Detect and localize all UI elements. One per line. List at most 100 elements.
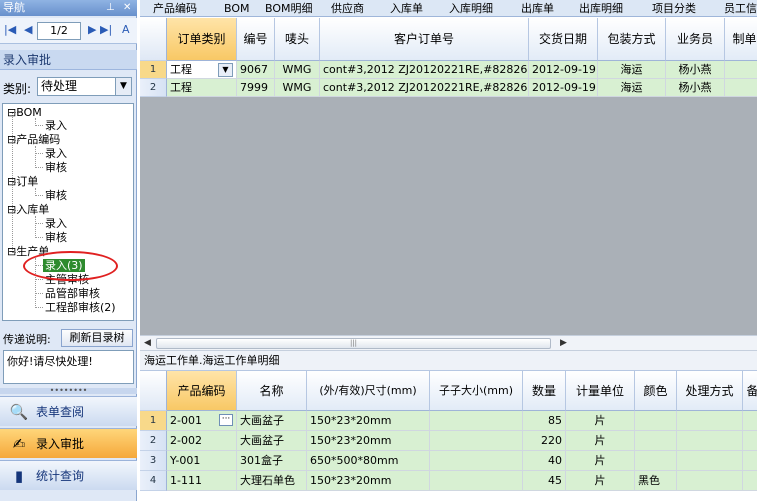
name-cell[interactable]: 大画盆子 [237, 411, 307, 431]
menu-item-bom-detail[interactable]: BOM明细 [265, 1, 313, 16]
quantity-cell[interactable]: 220 [523, 431, 566, 451]
row-number[interactable]: 1 [140, 61, 167, 79]
collapse-icon[interactable]: ⊟ [7, 203, 16, 216]
color-cell[interactable] [635, 411, 677, 431]
processing-cell[interactable] [677, 411, 743, 431]
category-select[interactable]: 待处理 ▼ [37, 77, 132, 96]
delivery-date-cell[interactable]: 2012-09-19 [529, 61, 598, 79]
sub-size-cell[interactable] [430, 451, 523, 471]
size-cell[interactable]: 150*23*20mm [307, 471, 430, 491]
tree-node-product-review[interactable]: 审核 [45, 161, 67, 174]
refresh-tree-button[interactable]: 刷新目录树 [61, 329, 133, 347]
close-icon[interactable]: ✕ [123, 0, 131, 16]
row-number[interactable]: 4 [140, 471, 167, 491]
tree-node-product-entry[interactable]: 录入 [45, 147, 67, 160]
column-header-packaging[interactable]: 包装方式 [598, 18, 666, 61]
menu-item-inbound-detail[interactable]: 入库明细 [449, 1, 493, 16]
tree-node-bom-entry[interactable]: 录入 [45, 119, 67, 132]
column-header-order-type[interactable]: 订单类别 [167, 18, 237, 61]
column-header-salesperson[interactable]: 业务员 [666, 18, 725, 61]
page-number-input[interactable]: 1/2 [37, 22, 81, 40]
column-header-processing[interactable]: 处理方式 [677, 371, 743, 411]
tree-node-product-code[interactable]: ⊟产品编码 [7, 133, 60, 146]
sub-size-cell[interactable] [430, 431, 523, 451]
tree-node-inbound-entry[interactable]: 录入 [45, 217, 67, 230]
tree-node-order-review[interactable]: 审核 [45, 189, 67, 202]
color-cell[interactable]: 黑色 [635, 471, 677, 491]
splitter-handle[interactable]: •••••••• [0, 387, 137, 395]
tree-node-inbound[interactable]: ⊟入库单 [7, 203, 49, 216]
statistics-query-button[interactable]: ▮ 统计查询 [0, 460, 137, 490]
chevron-down-icon[interactable]: ▼ [218, 63, 233, 77]
unit-cell[interactable]: 片 [566, 451, 635, 471]
prev-page-button[interactable]: ◀ [24, 24, 32, 36]
color-cell[interactable] [635, 451, 677, 471]
name-cell[interactable]: 301盒子 [237, 451, 307, 471]
tree-node-inbound-review[interactable]: 审核 [45, 231, 67, 244]
scroll-left-icon[interactable]: ◀ [144, 338, 151, 348]
last-page-button[interactable]: ▶| [100, 24, 112, 36]
color-cell[interactable] [635, 431, 677, 451]
column-header-mark[interactable]: 唛头 [275, 18, 320, 61]
processing-cell[interactable] [677, 451, 743, 471]
scroll-right-icon[interactable]: ▶ [560, 338, 567, 348]
column-header-size[interactable]: (外/有效)尺寸(mm) [307, 371, 430, 411]
name-cell[interactable]: 大画盆子 [237, 431, 307, 451]
remark-cell[interactable] [743, 411, 757, 431]
sub-size-cell[interactable] [430, 411, 523, 431]
product-code-cell[interactable]: 1-111 [167, 471, 237, 491]
pin-icon[interactable]: ⊥ [106, 0, 115, 16]
tree-node-order[interactable]: ⊟订单 [7, 175, 38, 188]
product-code-cell[interactable]: 2-002 [167, 431, 237, 451]
mark-cell[interactable]: WMG [275, 61, 320, 79]
form-browse-button[interactable]: 🔍 表单查阅 [0, 396, 137, 426]
grid-corner[interactable] [140, 18, 167, 61]
tree-node-bom[interactable]: ⊟BOM [7, 106, 42, 119]
column-header-product-code[interactable]: 产品编码 [167, 371, 237, 411]
chevron-down-icon[interactable]: ▼ [115, 78, 131, 95]
creator-cell[interactable] [725, 61, 757, 79]
remark-cell[interactable] [743, 471, 757, 491]
column-header-color[interactable]: 颜色 [635, 371, 677, 411]
note-textarea[interactable]: 你好!请尽快处理! [3, 350, 134, 384]
salesperson-cell[interactable]: 杨小燕 [666, 61, 725, 79]
creator-cell[interactable] [725, 79, 757, 97]
quantity-cell[interactable]: 85 [523, 411, 566, 431]
column-header-name[interactable]: 名称 [237, 371, 307, 411]
mark-cell[interactable]: WMG [275, 79, 320, 97]
menu-item-supplier[interactable]: 供应商 [331, 1, 364, 16]
delivery-date-cell[interactable]: 2012-09-19 [529, 79, 598, 97]
product-code-cell[interactable]: Y-001 [167, 451, 237, 471]
remark-cell[interactable] [743, 451, 757, 471]
packaging-cell[interactable]: 海运 [598, 79, 666, 97]
remark-cell[interactable] [743, 431, 757, 451]
size-cell[interactable]: 150*23*20mm [307, 411, 430, 431]
menu-item-staff[interactable]: 员工信 [724, 1, 757, 16]
first-page-button[interactable]: |◀ [4, 24, 16, 36]
next-page-button[interactable]: ▶ [88, 24, 96, 36]
unit-cell[interactable]: 片 [566, 411, 635, 431]
collapse-icon[interactable]: ⊟ [7, 175, 16, 188]
column-header-customer-order[interactable]: 客户订单号 [320, 18, 529, 61]
menu-item-bom[interactable]: BOM [224, 1, 250, 16]
packaging-cell[interactable]: 海运 [598, 61, 666, 79]
row-number[interactable]: 2 [140, 79, 167, 97]
column-header-delivery-date[interactable]: 交货日期 [529, 18, 598, 61]
tree-node-engineering-review[interactable]: 工程部审核(2) [45, 301, 116, 314]
row-number[interactable]: 2 [140, 431, 167, 451]
column-header-quantity[interactable]: 数量 [523, 371, 566, 411]
menu-item-outbound[interactable]: 出库单 [521, 1, 554, 16]
number-cell[interactable]: 7999 [237, 79, 275, 97]
column-header-unit[interactable]: 计量单位 [566, 371, 635, 411]
column-header-remark[interactable]: 备 [743, 371, 757, 411]
tree-node-qc-review[interactable]: 品管部审核 [45, 287, 100, 300]
unit-cell[interactable]: 片 [566, 471, 635, 491]
menu-item-outbound-detail[interactable]: 出库明细 [579, 1, 623, 16]
quantity-cell[interactable]: 45 [523, 471, 566, 491]
column-header-sub-size[interactable]: 子子大小(mm) [430, 371, 523, 411]
size-cell[interactable]: 650*500*80mm [307, 451, 430, 471]
order-type-cell[interactable]: 工程 [167, 79, 237, 97]
row-number[interactable]: 3 [140, 451, 167, 471]
customer-order-cell[interactable]: cont#3,2012 ZJ20120221RE,#828262 [320, 61, 529, 79]
ellipsis-icon[interactable]: ··· [219, 414, 233, 426]
